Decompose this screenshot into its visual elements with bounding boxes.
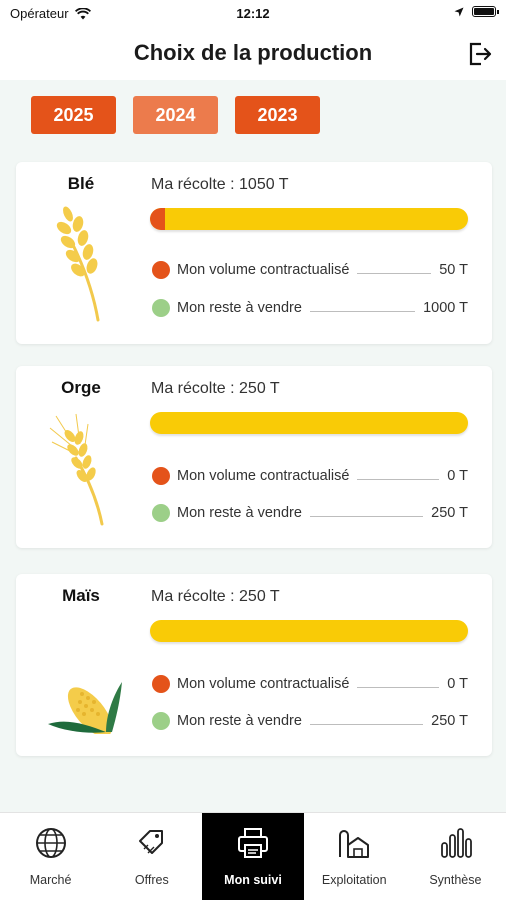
bar-chart-icon	[441, 828, 473, 858]
farm-silo-icon	[339, 830, 370, 858]
barley-icon	[49, 413, 104, 526]
tab-label: Synthèse	[429, 873, 482, 887]
logout-icon[interactable]	[466, 40, 494, 68]
battery-icon	[472, 6, 499, 17]
bottom-tab-bar: Marché Offres Mon suivi Exploitation Syn…	[0, 812, 506, 900]
contracted-dot-icon	[152, 467, 170, 485]
tab-label: Marché	[29, 873, 72, 887]
contracted-label: Mon volume contractualisé	[177, 676, 350, 692]
contracted-row: Mon volume contractualisé 0 T	[152, 673, 468, 695]
page-title: Choix de la production	[133, 40, 373, 65]
divider	[357, 686, 440, 688]
harvest-label: Ma récolte : 1050 T	[151, 176, 289, 193]
tab-synthese[interactable]: Synthèse	[405, 813, 506, 900]
crop-card-mais[interactable]: Maïs Ma récolte : 250 T Mon volume contr…	[16, 574, 492, 756]
price-tag-icon	[138, 830, 163, 854]
corn-icon	[48, 682, 122, 734]
divider	[357, 272, 432, 274]
year-tab-2024[interactable]: 2024	[133, 96, 218, 134]
crop-card-orge[interactable]: Orge Ma récolte : 250 T Mon volume contr…	[16, 366, 492, 548]
contracted-row: Mon volume contractualisé 0 T	[152, 465, 468, 487]
crop-card-ble[interactable]: Blé Ma récolte : 1050 T Mon volume contr…	[16, 162, 492, 344]
harvest-label: Ma récolte : 250 T	[151, 380, 280, 397]
contracted-value: 50 T	[439, 262, 468, 278]
tab-exploitation[interactable]: Exploitation	[304, 813, 405, 900]
remaining-row: Mon reste à vendre 250 T	[152, 502, 468, 524]
remaining-row: Mon reste à vendre 250 T	[152, 710, 468, 732]
printer-icon	[238, 828, 268, 858]
tab-label: Exploitation	[321, 873, 387, 887]
remaining-label: Mon reste à vendre	[177, 505, 302, 521]
status-right	[454, 6, 499, 17]
harvest-label: Ma récolte : 250 T	[151, 588, 280, 605]
contracted-dot-icon	[152, 675, 170, 693]
divider	[309, 515, 424, 517]
app-header: Choix de la production	[0, 28, 506, 80]
year-tab-2023[interactable]: 2023	[235, 96, 320, 134]
harvest-progress-bar	[150, 208, 468, 230]
globe-icon	[35, 828, 66, 858]
harvest-progress-bar	[150, 412, 468, 434]
tab-label: Offres	[134, 873, 169, 887]
tab-offres[interactable]: Offres	[101, 813, 202, 900]
divider	[309, 723, 424, 725]
remaining-label: Mon reste à vendre	[177, 713, 302, 729]
divider	[357, 478, 440, 480]
tab-marche[interactable]: Marché	[0, 813, 101, 900]
crop-name: Blé	[67, 174, 95, 193]
location-arrow-icon	[454, 7, 464, 16]
crop-name: Maïs	[62, 586, 100, 605]
remaining-dot-icon	[152, 712, 170, 730]
contracted-label: Mon volume contractualisé	[177, 468, 350, 484]
status-bar: Opérateur 12:12	[0, 0, 506, 28]
remaining-row: Mon reste à vendre 1000 T	[152, 297, 468, 319]
tab-label: Mon suivi	[224, 873, 282, 887]
tab-mon-suivi[interactable]: Mon suivi	[202, 813, 304, 900]
contracted-value: 0 T	[447, 676, 468, 692]
harvest-progress-bar	[150, 620, 468, 642]
divider	[309, 310, 416, 312]
year-tabs: 2025 2024 2023	[31, 96, 320, 134]
contracted-value: 0 T	[447, 468, 468, 484]
contracted-dot-icon	[152, 261, 170, 279]
remaining-dot-icon	[152, 504, 170, 522]
status-time: 12:12	[236, 6, 270, 21]
remaining-value: 250 T	[431, 505, 468, 521]
year-tab-2025[interactable]: 2025	[31, 96, 116, 134]
contracted-label: Mon volume contractualisé	[177, 262, 350, 278]
remaining-label: Mon reste à vendre	[177, 300, 302, 316]
contracted-row: Mon volume contractualisé 50 T	[152, 259, 468, 281]
crop-name: Orge	[61, 378, 101, 397]
remaining-value: 250 T	[431, 713, 468, 729]
contracted-fill	[150, 208, 166, 230]
wheat-icon	[56, 206, 100, 322]
remaining-value: 1000 T	[423, 300, 468, 316]
remaining-dot-icon	[152, 299, 170, 317]
